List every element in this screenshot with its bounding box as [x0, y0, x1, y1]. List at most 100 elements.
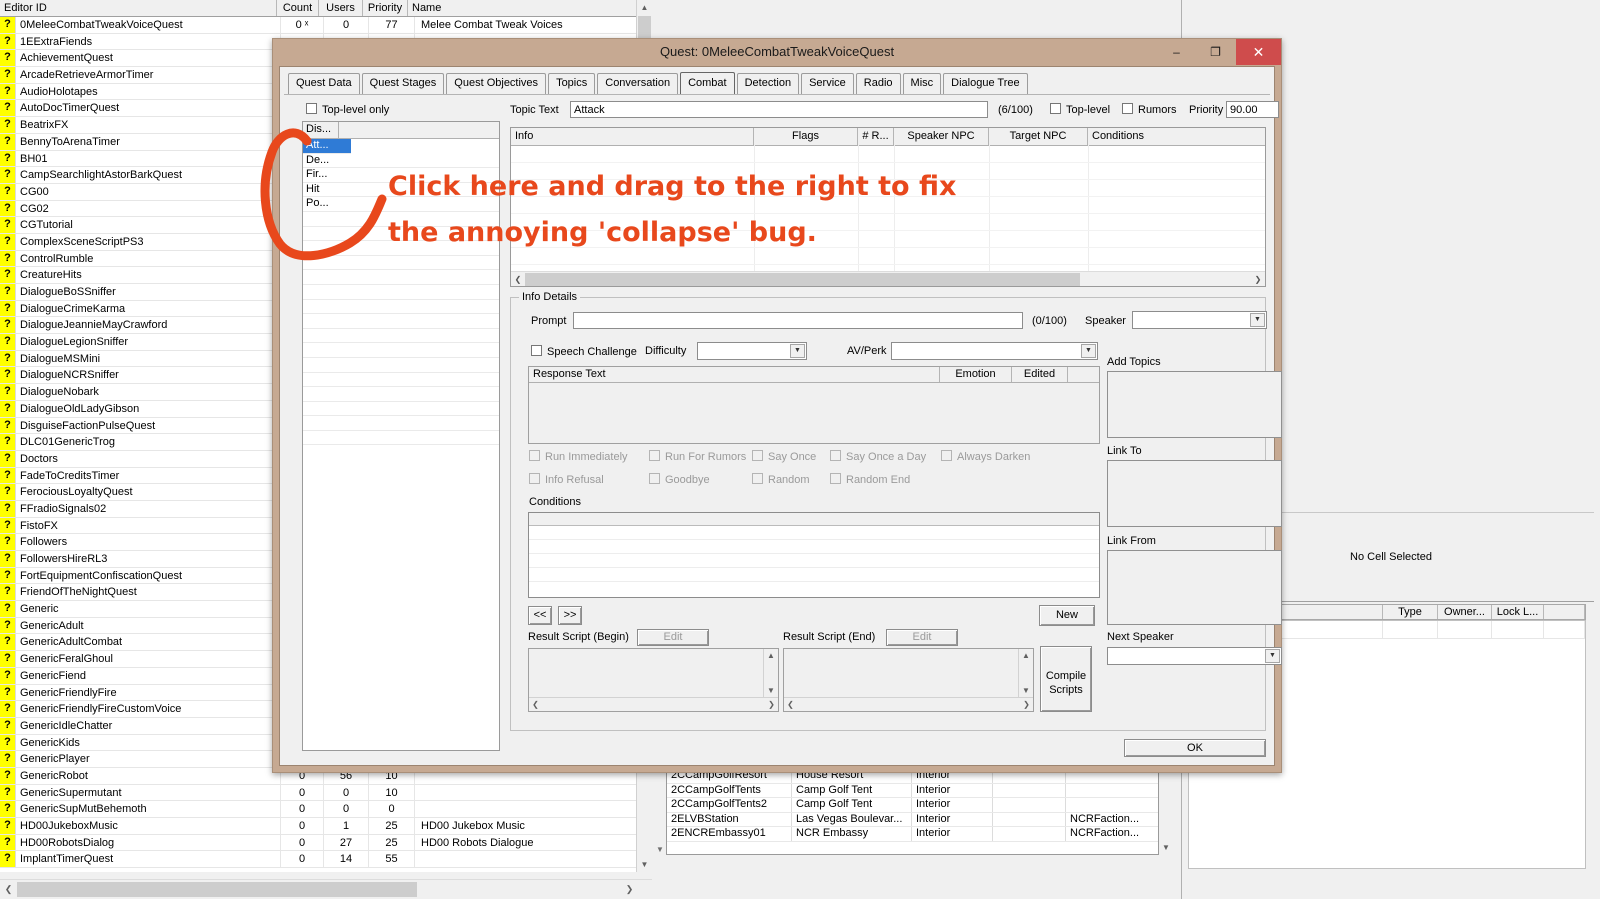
topic-list-item[interactable]: Att... — [303, 139, 351, 154]
compile-scripts-button[interactable]: Compile Scripts — [1040, 646, 1092, 712]
maximize-button[interactable]: ❐ — [1195, 39, 1236, 65]
list-item[interactable]: 2CCampGolfTents2 Camp Golf Tent Interior — [667, 798, 1158, 813]
table-row[interactable]: ? HD00JukeboxMusic 0 1 25 HD00 Jukebox Music — [0, 818, 637, 835]
hscroll-left-icon[interactable]: ❮ — [529, 700, 542, 709]
tab-dialogue-tree[interactable]: Dialogue Tree — [943, 73, 1028, 94]
table-row[interactable]: ? HD00RobotsDialog 0 27 25 HD00 Robots Dialog… — [0, 834, 637, 852]
checkbox-box[interactable] — [830, 450, 841, 461]
hscroll-left-icon[interactable]: ❮ — [784, 700, 797, 709]
next-speaker-combobox[interactable]: ▼ — [1107, 647, 1282, 665]
tab-radio[interactable]: Radio — [855, 73, 901, 94]
info-list-body[interactable] — [511, 145, 1265, 271]
result-script-begin-box[interactable]: ▲ ▼ ❮ ❯ — [528, 648, 779, 712]
priority-input[interactable] — [1226, 101, 1279, 118]
topic-list-header[interactable]: Dis... — [303, 122, 499, 139]
chevron-down-icon[interactable]: ▼ — [1250, 313, 1265, 327]
cell-col-type[interactable]: Type — [1383, 605, 1438, 619]
av-perk-combobox[interactable]: ▼ — [891, 342, 1098, 360]
speech-challenge-checkbox[interactable]: Speech Challenge — [531, 345, 637, 358]
tab-topics[interactable]: Topics — [548, 73, 596, 94]
result-script-end-edit-button[interactable]: Edit — [886, 629, 958, 646]
column-header-editor-id[interactable]: Editor ID — [0, 0, 277, 16]
hscroll-left-icon[interactable]: ❮ — [511, 275, 525, 284]
new-button[interactable]: New — [1039, 605, 1095, 626]
checkbox-box[interactable] — [752, 473, 763, 484]
flag-run-for-rumors[interactable]: Run For Rumors — [649, 450, 746, 463]
flag-random[interactable]: Random — [752, 473, 810, 486]
object-list-hscrollbar[interactable]: ❮ ❯ — [0, 879, 652, 899]
hscroll-right-icon[interactable]: ❯ — [1251, 275, 1265, 284]
dialog-titlebar[interactable]: Quest: 0MeleeCombatTweakVoiceQuest – ❐ ✕ — [273, 39, 1281, 65]
list-item[interactable]: 2CCampGolfTents Camp Golf Tent Interior — [667, 783, 1158, 799]
scroll-up-icon[interactable]: ▲ — [1019, 649, 1033, 663]
scroll-up-icon[interactable]: ▲ — [637, 0, 652, 15]
response-col-text[interactable]: Response Text — [529, 367, 940, 382]
info-col-speaker-npc[interactable]: Speaker NPC — [894, 128, 989, 145]
info-col-target-npc[interactable]: Target NPC — [989, 128, 1088, 145]
scroll-down-icon[interactable]: ▼ — [637, 857, 652, 872]
prev-button[interactable]: << — [528, 606, 552, 625]
script-end-vscrollbar[interactable]: ▲ ▼ — [1018, 649, 1033, 698]
chevron-down-icon[interactable]: ▼ — [1081, 344, 1096, 358]
topic-list-item[interactable]: De... — [303, 154, 499, 169]
checkbox-box[interactable] — [649, 473, 660, 484]
hscroll-track[interactable] — [17, 882, 621, 897]
info-list-hscrollbar[interactable]: ❮ ❯ — [511, 271, 1265, 286]
hscroll-right-icon[interactable]: ❯ — [765, 700, 778, 709]
top-level-only-checkbox[interactable]: Top-level only — [306, 103, 389, 116]
hscroll-track[interactable] — [525, 272, 1251, 286]
tab-detection[interactable]: Detection — [736, 73, 800, 94]
top-level-checkbox[interactable]: Top-level — [1050, 103, 1110, 116]
hscroll-right-icon[interactable]: ❯ — [621, 884, 638, 895]
column-header-priority[interactable]: Priority — [363, 0, 408, 16]
close-button[interactable]: ✕ — [1236, 39, 1281, 65]
table-row[interactable]: ? ImplantTimerQuest 0 14 55 — [0, 851, 637, 869]
script-begin-hscrollbar[interactable]: ❮ ❯ — [529, 697, 778, 711]
speaker-combobox[interactable]: ▼ — [1132, 311, 1267, 329]
hscroll-left-icon[interactable]: ❮ — [0, 884, 17, 895]
info-col-conditions[interactable]: Conditions — [1088, 128, 1265, 145]
tab-conversation[interactable]: Conversation — [597, 73, 679, 94]
table-row[interactable]: ? 0MeleeCombatTweakVoiceQuest 0 ˣ 0 77 Melee … — [0, 17, 637, 34]
link-from-list[interactable] — [1107, 550, 1282, 625]
scroll-down-icon[interactable]: ▼ — [764, 684, 778, 698]
topic-list[interactable]: Dis... Att... De... Fir... Hit Po... — [302, 121, 500, 751]
object-sublist[interactable]: 2CCampGolfResort House Resort Interior 2CCa… — [666, 768, 1159, 855]
prompt-input[interactable] — [573, 312, 1023, 329]
script-begin-vscrollbar[interactable]: ▲ ▼ — [763, 649, 778, 698]
hscroll-right-icon[interactable]: ❯ — [1020, 700, 1033, 709]
column-header-count[interactable]: Count — [277, 0, 319, 16]
table-row[interactable]: ? GenericSupMutBehemoth 0 0 0 — [0, 801, 637, 818]
column-header-users[interactable]: Users — [319, 0, 363, 16]
result-script-end-box[interactable]: ▲ ▼ ❮ ❯ — [783, 648, 1034, 712]
topic-list-col-dis[interactable]: Dis... — [303, 122, 339, 138]
hscroll-thumb[interactable] — [17, 882, 417, 897]
topic-list-item[interactable]: Fir... — [303, 168, 499, 183]
add-topics-list[interactable] — [1107, 371, 1282, 438]
flag-info-refusal[interactable]: Info Refusal — [529, 473, 604, 486]
list-item[interactable]: 2ENCREmbassy01 NCR Embassy Interior NCRFact… — [667, 827, 1158, 842]
checkbox-box[interactable] — [941, 450, 952, 461]
checkbox-box[interactable] — [531, 345, 542, 356]
chevron-down-icon[interactable]: ▼ — [790, 344, 805, 358]
tab-quest-stages[interactable]: Quest Stages — [361, 73, 445, 94]
resize-grip-icon[interactable] — [638, 883, 652, 897]
next-button[interactable]: >> — [558, 606, 582, 625]
info-col-info[interactable]: Info — [511, 128, 754, 145]
ok-button[interactable]: OK — [1124, 739, 1266, 757]
difficulty-combobox[interactable]: ▼ — [697, 342, 807, 360]
flag-say-once[interactable]: Say Once — [752, 450, 816, 463]
cell-col-owner[interactable]: Owner... — [1438, 605, 1492, 619]
scroll-down-icon[interactable]: ▼ — [1019, 684, 1033, 698]
chevron-down-icon[interactable]: ▼ — [1265, 649, 1280, 663]
list-item[interactable]: 2ELVBStation Las Vegas Boulevar... Interio… — [667, 812, 1158, 828]
info-list-header[interactable]: Info Flags # R... Speaker NPC Target NPC… — [511, 128, 1265, 146]
rumors-checkbox[interactable]: Rumors — [1122, 103, 1177, 116]
response-col-edited[interactable]: Edited — [1012, 367, 1068, 382]
response-text-table[interactable]: Response Text Emotion Edited — [528, 366, 1100, 444]
flag-always-darken[interactable]: Always Darken — [941, 450, 1030, 463]
tab-service[interactable]: Service — [801, 73, 854, 94]
link-to-list[interactable] — [1107, 460, 1282, 527]
flag-run-immediately[interactable]: Run Immediately — [529, 450, 628, 463]
minimize-button[interactable]: – — [1156, 39, 1197, 65]
